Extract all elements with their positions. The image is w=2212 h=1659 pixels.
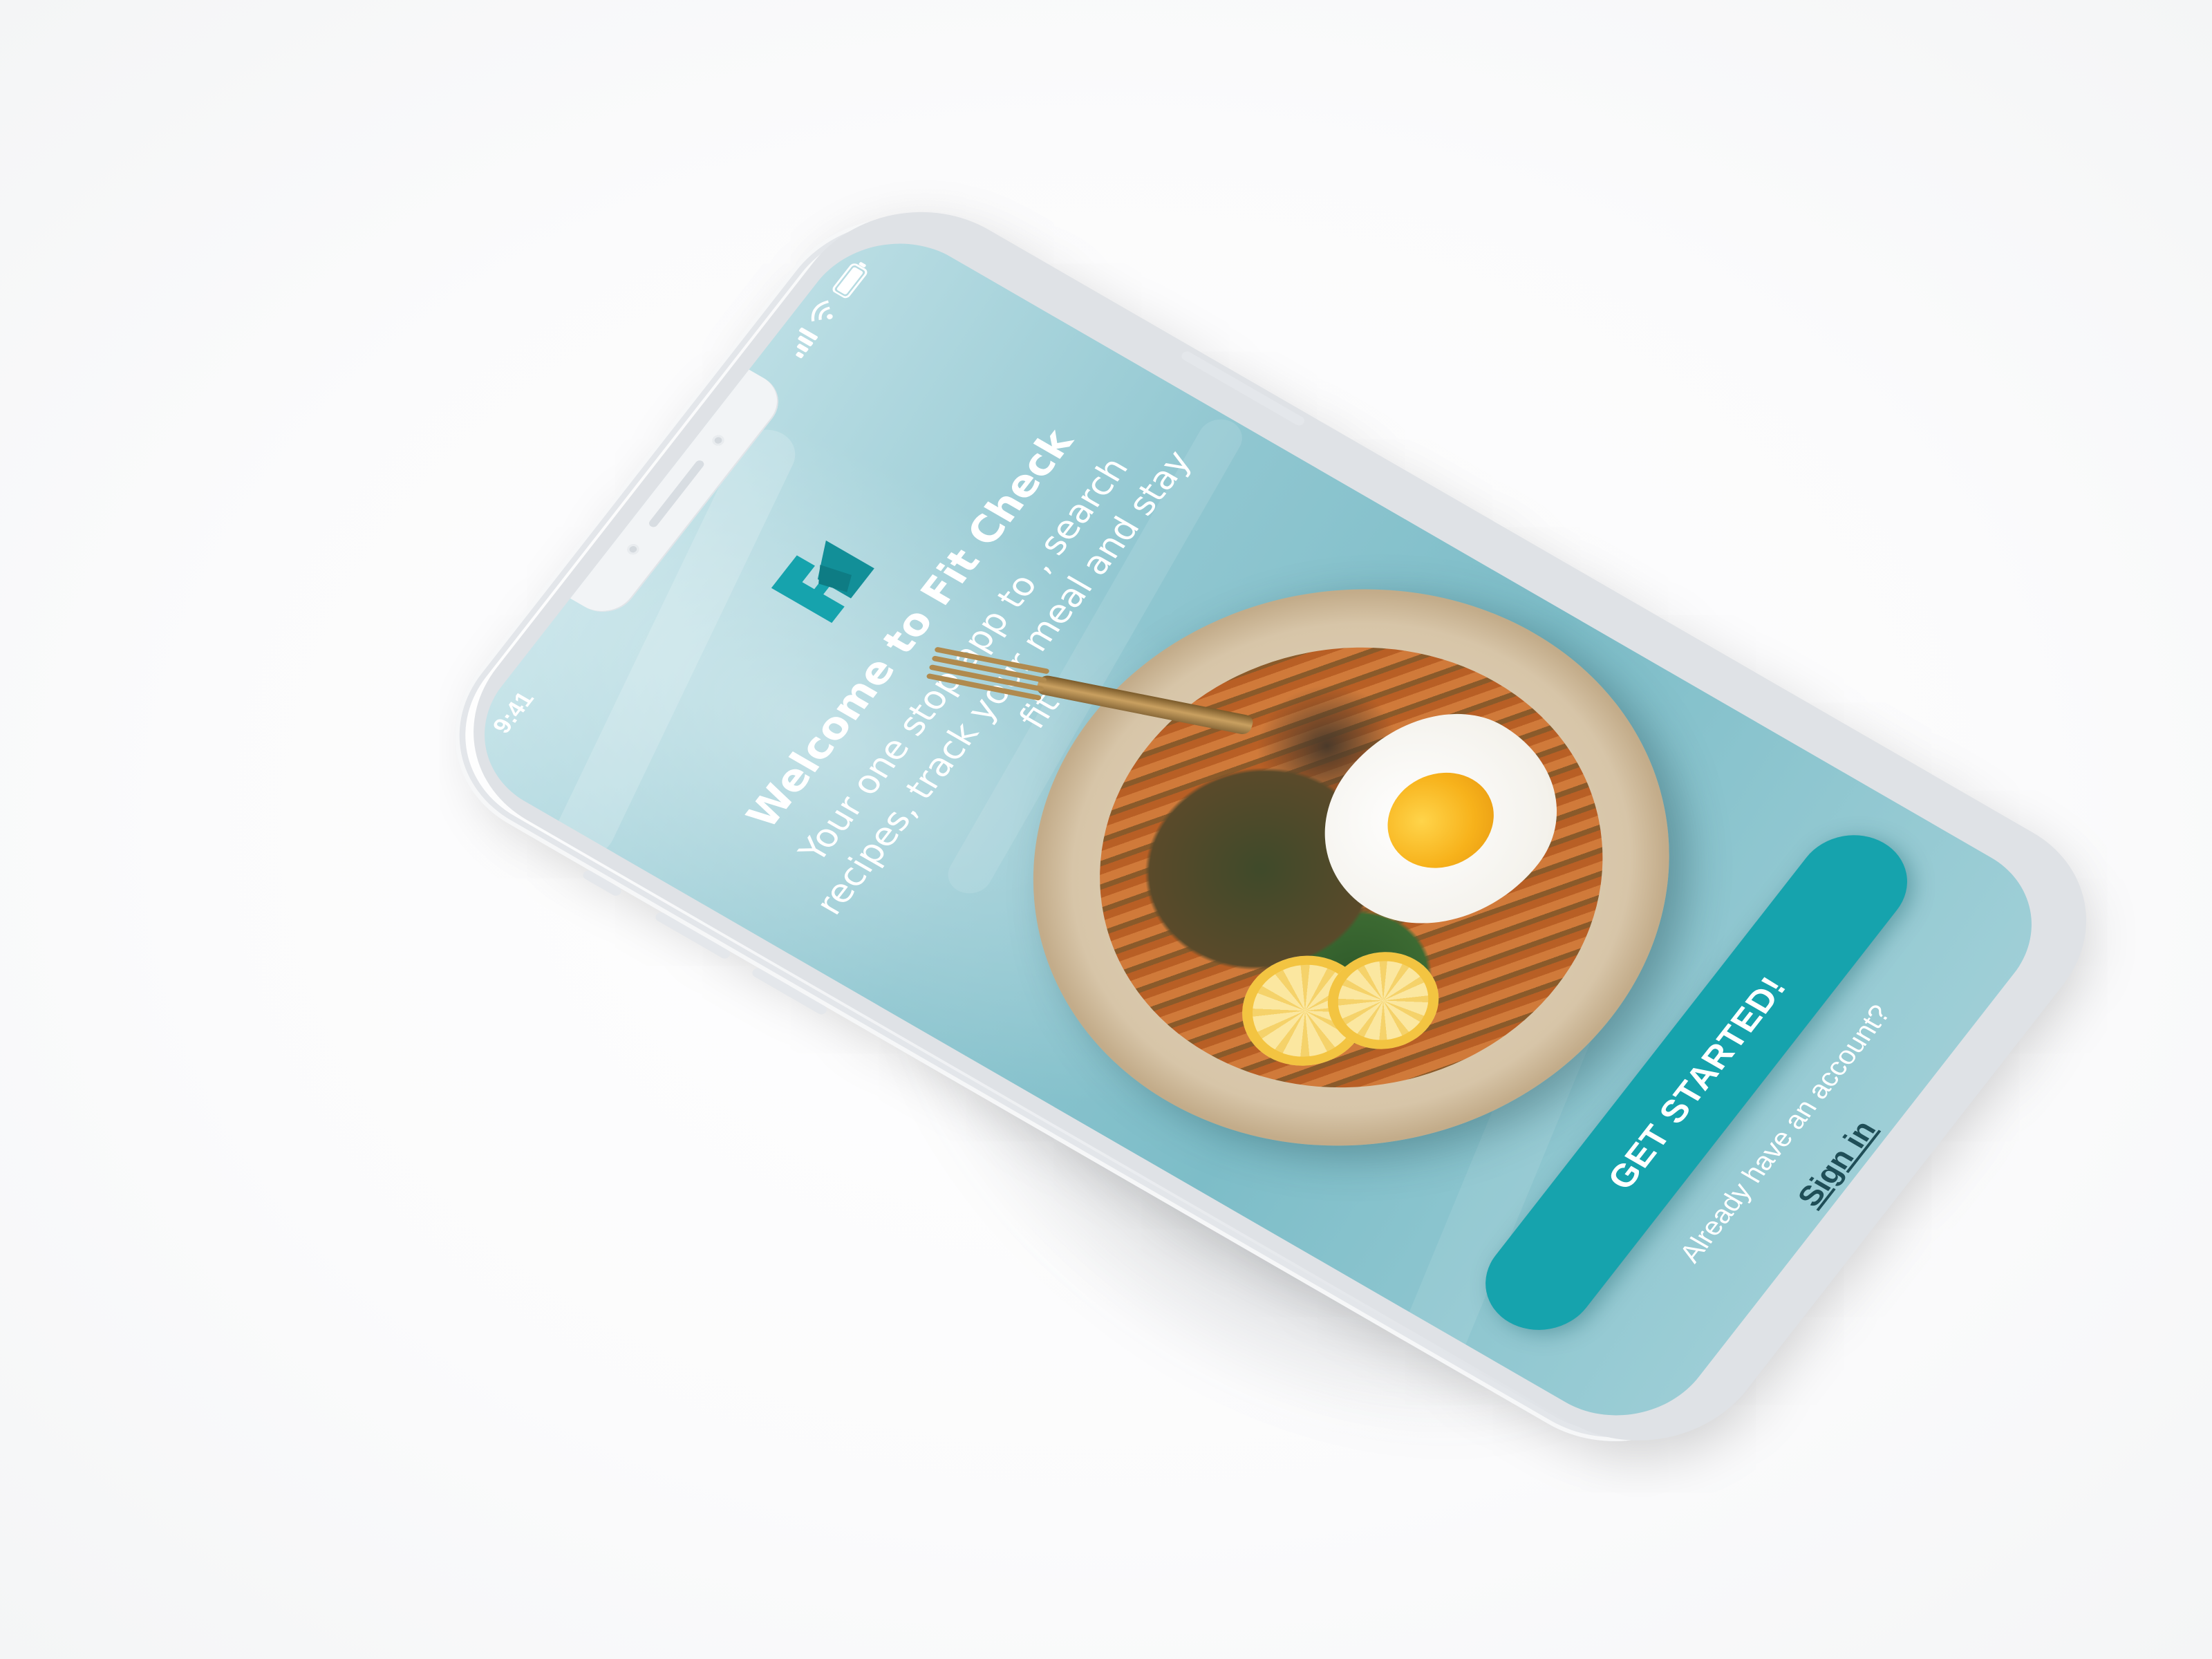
camera-icon xyxy=(624,542,641,556)
egg-yolk xyxy=(1366,755,1515,886)
sensor-icon xyxy=(710,433,727,448)
status-time: 9:41 xyxy=(487,687,540,738)
mockup-background: 9:41 Welcome to Fit Check Your one stop … xyxy=(0,0,2212,1659)
wifi-icon xyxy=(811,300,833,321)
mute-switch xyxy=(581,868,624,898)
status-icons xyxy=(783,256,873,359)
fit-check-logo-icon xyxy=(771,540,874,624)
signal-icon xyxy=(785,327,818,359)
fried-egg xyxy=(1280,677,1602,963)
battery-icon xyxy=(832,262,868,299)
